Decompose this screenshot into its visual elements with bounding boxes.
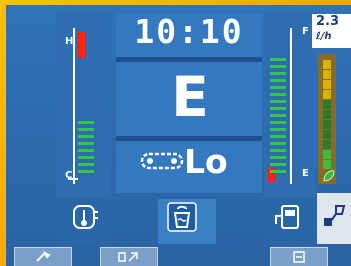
gauge-segment	[270, 135, 286, 138]
hydraulic-oil-temperature-icon	[165, 200, 199, 238]
gauge-segment	[270, 107, 286, 110]
engine-load-bar	[318, 54, 336, 184]
gauge-segment	[78, 142, 94, 145]
gauge-segment	[270, 142, 286, 145]
fuel-rate-display: 2.3 ℓ/h	[312, 14, 351, 48]
gauge-segment	[270, 93, 286, 96]
fuel-scale-line	[290, 28, 292, 184]
gauge-segment	[270, 156, 286, 159]
coolant-scale-line	[73, 28, 75, 184]
gauge-segment	[78, 163, 94, 166]
bottom-tab-info[interactable]	[270, 247, 328, 266]
load-segment	[323, 150, 331, 159]
eco-leaf-icon	[322, 168, 336, 187]
gauge-segment	[78, 128, 94, 131]
crawler-travel-icon	[140, 150, 184, 176]
bottom-tab-menu[interactable]	[100, 247, 158, 266]
fuel-pump-icon	[272, 202, 304, 236]
work-mode-icon[interactable]	[322, 200, 350, 234]
fuel-gauge	[268, 28, 308, 188]
gauge-segment	[78, 156, 94, 159]
travel-speed-label: Lo	[184, 142, 228, 181]
gauge-segment	[270, 65, 286, 68]
gauge-segment	[78, 100, 94, 103]
load-segment	[323, 90, 331, 99]
monitor-screen: 10:10 E Lo 2.3 ℓ/h H C F E	[0, 0, 351, 266]
gauge-segment	[78, 79, 94, 82]
load-segment	[323, 80, 331, 89]
gauge-segment	[270, 114, 286, 117]
load-segment	[323, 130, 331, 139]
load-segment	[323, 60, 331, 69]
gauge-segment	[78, 107, 94, 110]
work-mode-letter: E	[171, 65, 209, 129]
menu-icon	[118, 252, 138, 262]
gauge-segment	[270, 51, 286, 54]
gauge-segment	[270, 121, 286, 124]
gauge-segment	[78, 149, 94, 152]
gauge-segment	[270, 128, 286, 131]
coolant-red-zone	[78, 32, 86, 58]
coolant-temperature-icon	[68, 202, 100, 236]
bottom-tab-tools[interactable]	[14, 247, 72, 266]
load-segment	[323, 110, 331, 119]
gauge-segment	[78, 170, 94, 173]
gauge-segment	[78, 121, 94, 124]
load-segment	[323, 100, 331, 109]
gauge-segment	[270, 163, 286, 166]
gauge-segment	[270, 79, 286, 82]
gauge-segment	[270, 58, 286, 61]
gauge-segment	[270, 100, 286, 103]
load-segment	[323, 120, 331, 129]
gauge-segment	[78, 114, 94, 117]
fuel-rate-value: 2.3	[316, 14, 340, 29]
load-segment	[323, 140, 331, 149]
clock-display: 10:10	[134, 12, 244, 51]
gauge-segment	[270, 86, 286, 89]
info-icon	[293, 251, 305, 263]
gauge-segment	[270, 44, 286, 47]
coolant-scale-foot	[68, 178, 78, 180]
load-segment	[323, 70, 331, 79]
tool-icon	[36, 250, 51, 262]
gauge-segment	[78, 93, 94, 96]
gauge-segment	[270, 72, 286, 75]
fuel-rate-unit: ℓ/h	[316, 31, 332, 42]
coolant-gauge	[60, 28, 100, 188]
gauge-segment	[270, 149, 286, 152]
gauge-segment	[78, 86, 94, 89]
gauge-segment	[78, 135, 94, 138]
gauge-segment	[270, 170, 286, 173]
